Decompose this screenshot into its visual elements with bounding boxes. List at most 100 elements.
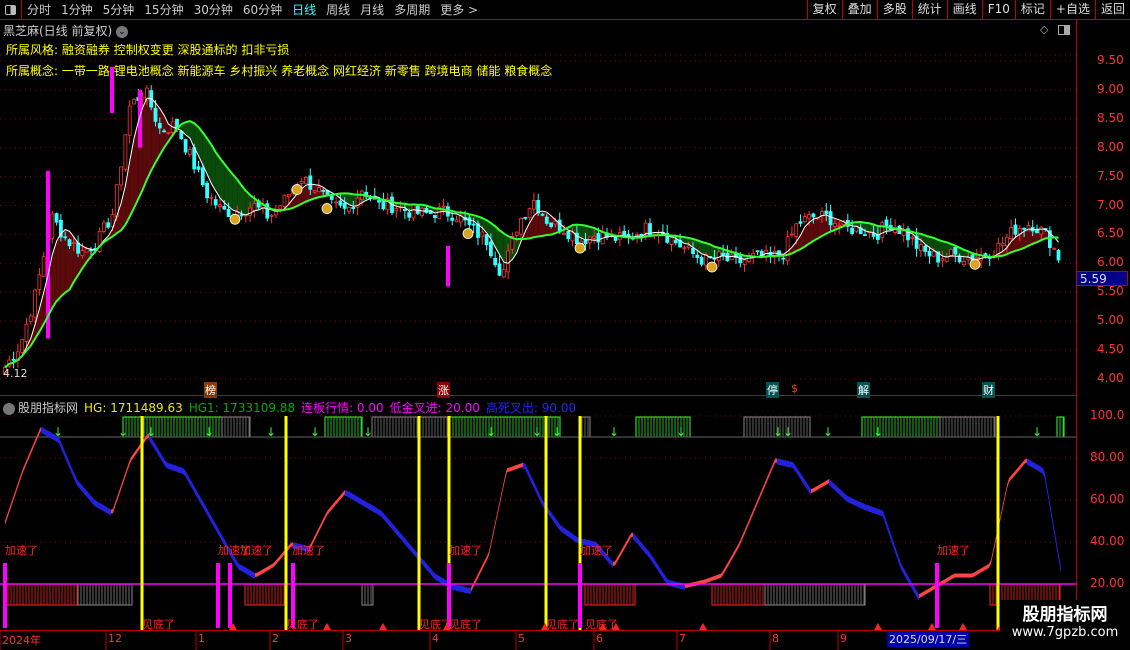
candle[interactable]: [673, 239, 678, 244]
event-marker[interactable]: $: [790, 382, 799, 395]
candle[interactable]: [996, 242, 1001, 255]
candle[interactable]: [80, 250, 85, 257]
candle[interactable]: [153, 107, 158, 122]
candle[interactable]: [252, 203, 257, 211]
candle[interactable]: [166, 132, 171, 134]
candle[interactable]: [957, 255, 962, 263]
candle[interactable]: [919, 244, 923, 252]
candle[interactable]: [944, 256, 949, 262]
candle[interactable]: [1022, 227, 1026, 230]
candle[interactable]: [798, 221, 803, 224]
candle[interactable]: [940, 258, 945, 261]
candle[interactable]: [484, 234, 489, 246]
candle[interactable]: [790, 233, 794, 236]
candle[interactable]: [312, 190, 317, 193]
candle[interactable]: [239, 214, 244, 217]
candle[interactable]: [445, 206, 450, 217]
candle[interactable]: [394, 208, 399, 212]
candle[interactable]: [562, 232, 566, 235]
candle[interactable]: [686, 245, 691, 248]
candle[interactable]: [162, 130, 167, 133]
candle[interactable]: [532, 200, 536, 210]
candle[interactable]: [755, 250, 760, 253]
money-bag-icon[interactable]: [706, 261, 718, 273]
candle[interactable]: [527, 208, 532, 219]
candle[interactable]: [1039, 226, 1044, 235]
candle[interactable]: [566, 230, 571, 239]
candle[interactable]: [811, 213, 816, 218]
candle[interactable]: [11, 358, 16, 361]
candle[interactable]: [794, 223, 799, 237]
money-bag-icon[interactable]: [291, 184, 303, 195]
candle[interactable]: [1056, 250, 1061, 261]
candle[interactable]: [871, 232, 876, 237]
candle[interactable]: [549, 222, 553, 227]
candle[interactable]: [278, 205, 283, 210]
candle[interactable]: [729, 254, 734, 261]
candle[interactable]: [514, 231, 519, 236]
candle[interactable]: [467, 217, 472, 225]
candle[interactable]: [488, 241, 493, 257]
money-bag-icon[interactable]: [969, 258, 981, 270]
candle[interactable]: [411, 204, 416, 219]
toolbar-button-8[interactable]: 返回: [1094, 0, 1130, 19]
candle[interactable]: [536, 199, 541, 214]
candle[interactable]: [54, 213, 59, 223]
candle[interactable]: [785, 236, 790, 262]
candle[interactable]: [923, 245, 928, 252]
candle[interactable]: [424, 207, 429, 213]
candle[interactable]: [63, 236, 68, 239]
candle[interactable]: [282, 194, 287, 207]
candle[interactable]: [884, 219, 889, 227]
candle[interactable]: [89, 249, 93, 252]
money-bag-icon[interactable]: [321, 203, 333, 214]
candle[interactable]: [84, 248, 89, 253]
candle[interactable]: [209, 196, 214, 199]
candle[interactable]: [76, 242, 80, 254]
candle[interactable]: [501, 269, 506, 278]
candle[interactable]: [454, 219, 459, 223]
candle[interactable]: [441, 205, 446, 208]
candle[interactable]: [127, 105, 132, 136]
candle[interactable]: [183, 139, 188, 153]
candle[interactable]: [910, 236, 915, 239]
candle[interactable]: [334, 201, 339, 204]
candle[interactable]: [308, 175, 313, 190]
candle[interactable]: [742, 259, 747, 265]
candle[interactable]: [222, 205, 227, 210]
candle[interactable]: [592, 235, 596, 239]
candle[interactable]: [540, 213, 545, 216]
candle[interactable]: [67, 239, 72, 247]
candle[interactable]: [493, 258, 498, 266]
candle[interactable]: [402, 209, 407, 211]
money-bag-icon[interactable]: [229, 213, 241, 225]
candle[interactable]: [304, 176, 308, 185]
limit-up-candle[interactable]: [110, 66, 114, 114]
candle[interactable]: [50, 213, 55, 240]
candle[interactable]: [420, 207, 425, 216]
candle[interactable]: [669, 236, 674, 245]
candle[interactable]: [196, 166, 201, 170]
candle[interactable]: [596, 233, 601, 243]
candle[interactable]: [807, 214, 811, 219]
candle[interactable]: [1052, 247, 1057, 250]
candle[interactable]: [480, 231, 485, 237]
candle[interactable]: [226, 208, 231, 217]
candle[interactable]: [931, 250, 936, 257]
candle[interactable]: [192, 147, 197, 170]
candle[interactable]: [691, 247, 695, 254]
candle[interactable]: [347, 207, 351, 212]
candle[interactable]: [682, 247, 687, 250]
candle[interactable]: [338, 200, 343, 206]
candle[interactable]: [850, 227, 854, 235]
candle[interactable]: [837, 224, 842, 227]
candle[interactable]: [1000, 243, 1005, 246]
candle[interactable]: [506, 250, 511, 273]
candle[interactable]: [407, 212, 412, 218]
candle[interactable]: [200, 167, 205, 186]
candle[interactable]: [119, 166, 123, 186]
candle[interactable]: [37, 274, 42, 290]
candle[interactable]: [24, 323, 29, 343]
candle[interactable]: [828, 211, 833, 226]
candle[interactable]: [41, 256, 46, 277]
